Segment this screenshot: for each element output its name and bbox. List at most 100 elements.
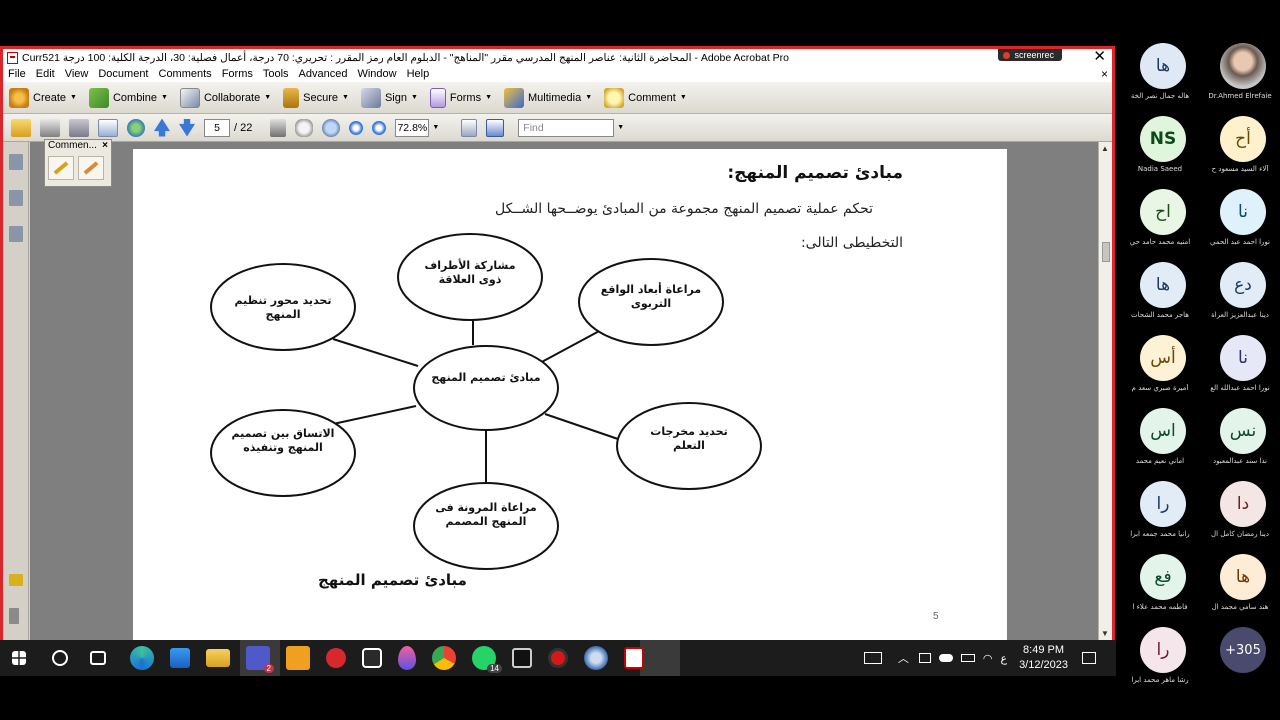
create-button[interactable]: Create ▼ <box>9 87 77 108</box>
document-close-button[interactable]: × <box>1101 66 1108 82</box>
teams-icon[interactable]: 2 <box>246 646 274 673</box>
file-explorer-icon[interactable] <box>206 649 230 667</box>
participant-tile[interactable]: دع دينا عبدالعزيز العراة <box>1200 262 1280 335</box>
comment-panel-close-button[interactable]: × <box>102 140 108 152</box>
whatsapp-icon[interactable]: 14 <box>472 646 502 673</box>
hand-tool-icon[interactable] <box>295 118 314 137</box>
keyboard-icon[interactable] <box>863 652 882 664</box>
find-dropdown-icon[interactable]: ▼ <box>617 124 624 131</box>
participant-tile[interactable]: أس أميرة صبري سعد م <box>1120 335 1200 408</box>
forms-button[interactable]: Forms ▼ <box>429 87 492 108</box>
cloud-icon[interactable] <box>938 654 953 662</box>
windows-start-icon[interactable] <box>12 651 26 665</box>
next-page-icon[interactable] <box>179 118 195 137</box>
zoom-in-icon[interactable] <box>372 120 387 135</box>
menu-tools[interactable]: Tools <box>258 68 294 80</box>
vlc-icon[interactable] <box>286 646 310 670</box>
participant-tile[interactable]: نا نورا احمد عبدالله الع <box>1200 335 1280 408</box>
task-view-icon[interactable] <box>90 651 106 665</box>
notifications-icon[interactable] <box>1082 652 1096 664</box>
window-close-button[interactable]: ✕ <box>1093 49 1106 65</box>
bookmarks-panel-icon[interactable] <box>9 190 23 206</box>
chevron-up-icon[interactable]: ︿ <box>898 650 909 666</box>
menu-help[interactable]: Help <box>402 68 435 80</box>
comment-button[interactable]: Comment ▼ <box>604 87 687 108</box>
diagram-node-label: تحديد محور تنظيم المنهج <box>234 294 332 321</box>
record-icon[interactable] <box>548 648 568 668</box>
vertical-scrollbar[interactable]: ▲ ▼ <box>1098 142 1112 640</box>
participant-tile[interactable]: دا دينا رمضان كامل ال <box>1200 481 1280 554</box>
zoom-level-input[interactable]: 72.8% <box>395 118 430 137</box>
participant-tile[interactable]: Dr.Ahmed Elrefaie <box>1200 43 1280 116</box>
comments-panel-icon[interactable] <box>9 574 23 586</box>
wifi-icon[interactable]: ◠ <box>983 652 993 665</box>
participant-tile[interactable]: را رشا ماهر محمد ابرا <box>1120 627 1200 700</box>
participant-tile[interactable]: نا نورا احمد عبد الحمي <box>1200 189 1280 262</box>
clock[interactable]: 8:49 PM 3/12/2023 <box>1019 643 1068 673</box>
menu-edit[interactable]: Edit <box>31 68 60 80</box>
zoom-tool-icon[interactable] <box>322 118 341 137</box>
signatures-panel-icon[interactable] <box>9 226 23 242</box>
collaborate-icon <box>179 87 200 108</box>
store-icon[interactable] <box>170 648 190 668</box>
zoom-dropdown-icon[interactable]: ▼ <box>432 124 439 131</box>
select-text-icon[interactable] <box>270 118 287 137</box>
menu-forms[interactable]: Forms <box>217 68 258 80</box>
menu-view[interactable]: View <box>60 68 94 80</box>
battery-icon[interactable] <box>960 654 975 662</box>
pages-panel-icon[interactable] <box>9 154 23 170</box>
scroll-up-icon[interactable]: ▲ <box>1101 144 1109 153</box>
screenrec-badge[interactable]: screenrec <box>998 49 1062 61</box>
menu-window[interactable]: Window <box>352 68 401 80</box>
email-icon[interactable] <box>98 118 118 137</box>
chevron-down-icon: ▼ <box>410 94 418 101</box>
save-icon[interactable] <box>69 118 89 137</box>
participant-tile[interactable]: ها هند سامي محمد ال <box>1200 554 1280 627</box>
participant-tile[interactable]: ها هاجر محمد الشحات <box>1120 262 1200 335</box>
participant-tile[interactable]: اس اماني نعيم محمد <box>1120 408 1200 481</box>
menu-comments[interactable]: Comments <box>154 68 217 80</box>
language-indicator[interactable]: ع <box>1000 652 1007 665</box>
find-input[interactable]: Find <box>518 118 615 137</box>
participant-tile[interactable]: را رانيا محمد جمعه ابرا <box>1120 481 1200 554</box>
globe-icon[interactable] <box>127 118 145 137</box>
sign-button[interactable]: Sign ▼ <box>360 87 418 108</box>
page-number-input[interactable]: 5 <box>204 118 230 137</box>
fit-width-icon[interactable] <box>486 118 505 137</box>
secure-button[interactable]: Secure ▼ <box>283 87 349 108</box>
collaborate-button[interactable]: Collaborate ▼ <box>179 87 271 108</box>
print-icon[interactable] <box>40 118 60 137</box>
participant-tile[interactable]: أح آلاء السيد مسعود ح <box>1200 116 1280 189</box>
open-folder-icon[interactable] <box>11 118 31 137</box>
search-icon[interactable] <box>52 650 68 666</box>
attachments-panel-icon[interactable] <box>9 608 19 624</box>
fit-page-icon[interactable] <box>461 118 478 137</box>
menu-advanced[interactable]: Advanced <box>294 68 353 80</box>
snipping-tool-icon[interactable] <box>512 648 532 668</box>
combine-button[interactable]: Combine ▼ <box>88 87 168 108</box>
participant-tile[interactable]: فع فاطمه محمد علاء ا <box>1120 554 1200 627</box>
menu-document[interactable]: Document <box>93 68 153 80</box>
menu-file[interactable]: File <box>3 68 31 80</box>
zoom-out-icon[interactable] <box>349 120 364 135</box>
participant-tile[interactable]: اح امنيه محمد حامد حي <box>1120 189 1200 262</box>
more-participants-tile[interactable]: +305 <box>1200 627 1280 700</box>
edge-icon[interactable] <box>130 646 154 670</box>
previous-page-icon[interactable] <box>154 118 170 137</box>
chrome-icon[interactable] <box>432 646 456 670</box>
app-icon[interactable] <box>362 648 382 668</box>
participant-tile[interactable]: NS Nadia Saeed <box>1120 116 1200 189</box>
scroll-thumb[interactable] <box>1102 242 1110 262</box>
scroll-down-icon[interactable]: ▼ <box>1101 629 1109 638</box>
browser-icon[interactable] <box>584 646 608 670</box>
highlight-tool[interactable] <box>78 156 104 180</box>
mega-icon[interactable] <box>326 648 346 668</box>
drop-icon[interactable] <box>398 646 416 670</box>
acrobat-icon[interactable] <box>624 647 644 669</box>
document-viewport[interactable]: مبادئ تصميم المنهج: تحكم عملية تصميم الم… <box>30 142 1098 640</box>
sticky-note-tool[interactable] <box>48 156 74 180</box>
multimedia-button[interactable]: Multimedia ▼ <box>504 87 592 108</box>
participant-tile[interactable]: نس نذا سند عبدالمعبود <box>1200 408 1280 481</box>
participant-tile[interactable]: ها هاله جمال نصر الخة <box>1120 43 1200 116</box>
meet-icon[interactable] <box>918 653 931 663</box>
